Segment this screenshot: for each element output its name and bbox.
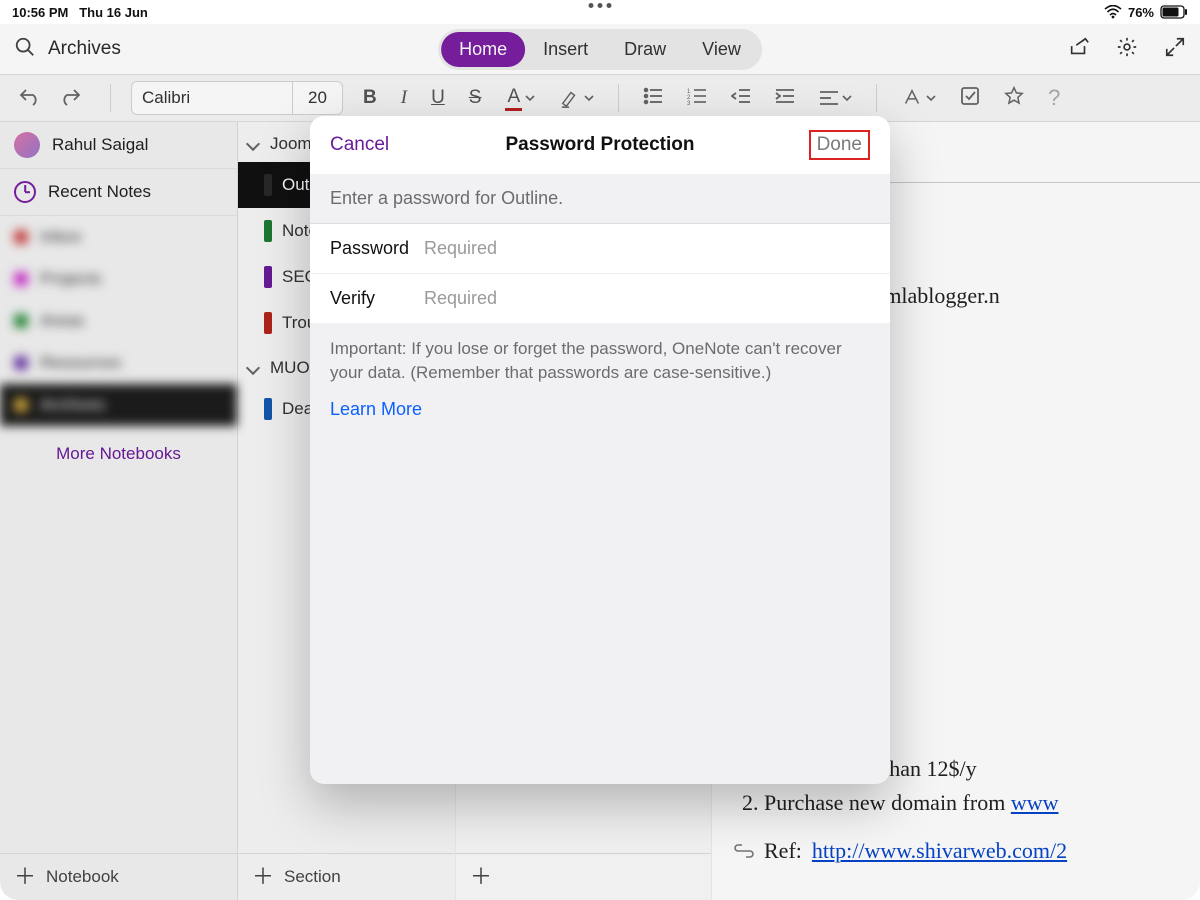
align-icon[interactable] xyxy=(819,89,852,107)
password-input[interactable]: Required xyxy=(424,238,497,259)
outdent-icon[interactable] xyxy=(731,87,751,110)
modal-fields: Password Required Verify Required xyxy=(310,224,890,323)
status-right: 76% xyxy=(1104,5,1188,20)
user-name: Rahul Saigal xyxy=(52,135,148,155)
status-date: Thu 16 Jun xyxy=(79,5,148,20)
learn-more-link[interactable]: Learn More xyxy=(310,399,890,420)
verify-field-row[interactable]: Verify Required xyxy=(310,274,890,323)
chevron-down-icon xyxy=(246,361,260,375)
modal-warning: Important: If you lose or forget the pas… xyxy=(310,323,890,399)
search-button[interactable]: Archives xyxy=(14,36,121,63)
tab-home[interactable]: Home xyxy=(441,32,525,67)
font-size[interactable]: 20 xyxy=(292,82,342,114)
styles-icon[interactable] xyxy=(901,88,936,108)
gear-icon[interactable] xyxy=(1116,36,1138,63)
tab-view[interactable]: View xyxy=(684,32,759,67)
font-picker[interactable]: Calibri 20 xyxy=(131,81,343,115)
plus-icon: ＋ xyxy=(470,866,492,888)
highlight-icon[interactable] xyxy=(559,88,594,108)
separator xyxy=(110,84,111,112)
number-list-icon[interactable]: 123 xyxy=(687,87,707,110)
redo-icon[interactable] xyxy=(58,86,82,111)
notebook-item-selected[interactable]: Archives xyxy=(0,384,237,426)
battery-icon xyxy=(1160,5,1188,19)
clock-icon xyxy=(14,181,36,203)
search-scope-label: Archives xyxy=(48,38,121,60)
done-button[interactable]: Done xyxy=(809,130,870,160)
multitask-dots-icon[interactable] xyxy=(589,3,612,8)
font-color-icon[interactable]: A xyxy=(505,86,535,111)
verify-label: Verify xyxy=(330,288,424,309)
recent-label: Recent Notes xyxy=(48,182,151,202)
add-page-button[interactable]: ＋ xyxy=(456,853,711,900)
wifi-icon xyxy=(1104,5,1122,19)
star-icon[interactable] xyxy=(1004,86,1024,111)
search-icon xyxy=(14,36,36,63)
tab-draw[interactable]: Draw xyxy=(606,32,684,67)
strike-icon[interactable]: S xyxy=(469,87,482,109)
add-notebook-button[interactable]: ＋Notebook xyxy=(0,853,237,900)
separator xyxy=(618,84,619,112)
help-icon[interactable]: ? xyxy=(1048,85,1060,111)
modal-prompt: Enter a password for Outline. xyxy=(310,174,890,224)
italic-icon[interactable]: I xyxy=(401,87,407,109)
separator xyxy=(876,84,877,112)
notebook-item[interactable]: Projects xyxy=(0,258,237,300)
chevron-down-icon xyxy=(246,137,260,151)
app-root: 10:56 PM Thu 16 Jun 76% Archives Home In… xyxy=(0,0,1200,900)
todo-icon[interactable] xyxy=(960,86,980,111)
plus-icon: ＋ xyxy=(14,866,36,888)
account-button[interactable]: Rahul Saigal xyxy=(0,122,237,169)
link-icon xyxy=(734,834,754,868)
share-icon[interactable] xyxy=(1068,36,1090,63)
avatar xyxy=(14,132,40,158)
underline-icon[interactable]: U xyxy=(431,87,445,109)
notebook-item[interactable]: Inbox xyxy=(0,216,237,258)
undo-icon[interactable] xyxy=(18,86,42,111)
ribbon-tabs: Home Insert Draw View xyxy=(438,29,762,70)
indent-icon[interactable] xyxy=(775,87,795,110)
link[interactable]: www xyxy=(1011,790,1059,815)
bold-icon[interactable]: B xyxy=(363,87,377,109)
more-notebooks-link[interactable]: More Notebooks xyxy=(0,426,237,482)
password-field-row[interactable]: Password Required xyxy=(310,224,890,274)
password-modal: Cancel Password Protection Done Enter a … xyxy=(310,116,890,784)
verify-input[interactable]: Required xyxy=(424,288,497,309)
modal-header: Cancel Password Protection Done xyxy=(310,116,890,174)
tab-insert[interactable]: Insert xyxy=(525,32,606,67)
plus-icon: ＋ xyxy=(252,866,274,888)
notebook-item[interactable]: Resources xyxy=(0,342,237,384)
notebook-sidebar: Rahul Saigal Recent Notes Inbox Projects… xyxy=(0,122,238,900)
expand-icon[interactable] xyxy=(1164,36,1186,63)
top-toolbar: Archives Home Insert Draw View xyxy=(0,24,1200,74)
bullet-list-icon[interactable] xyxy=(643,87,663,110)
svg-text:3: 3 xyxy=(687,101,691,105)
status-left: 10:56 PM Thu 16 Jun xyxy=(12,5,148,20)
notebook-item[interactable]: Areas xyxy=(0,300,237,342)
modal-title: Password Protection xyxy=(506,134,695,156)
status-time: 10:56 PM xyxy=(12,5,68,20)
link[interactable]: http://www.shivarweb.com/2 xyxy=(812,834,1067,868)
password-label: Password xyxy=(330,238,424,259)
cancel-button[interactable]: Cancel xyxy=(330,134,389,156)
add-section-button[interactable]: ＋Section xyxy=(238,853,455,900)
battery-percent: 76% xyxy=(1128,5,1154,20)
format-toolbar: Calibri 20 B I U S A 123 ? xyxy=(0,74,1200,122)
font-name[interactable]: Calibri xyxy=(132,88,292,108)
recent-notes-button[interactable]: Recent Notes xyxy=(0,169,237,216)
